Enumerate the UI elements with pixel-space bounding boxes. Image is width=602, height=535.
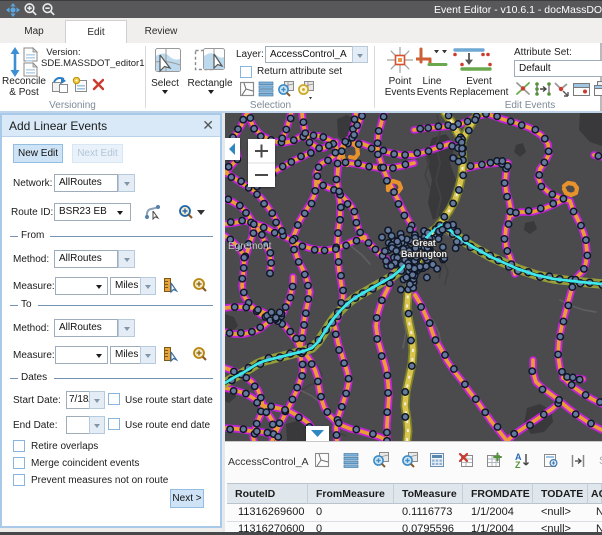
- svg-text:Egremont: Egremont: [228, 241, 272, 252]
- svg-text:Great: Great: [412, 238, 436, 248]
- svg-text:Z: Z: [515, 460, 521, 470]
- svg-text:Barrington: Barrington: [401, 249, 447, 259]
